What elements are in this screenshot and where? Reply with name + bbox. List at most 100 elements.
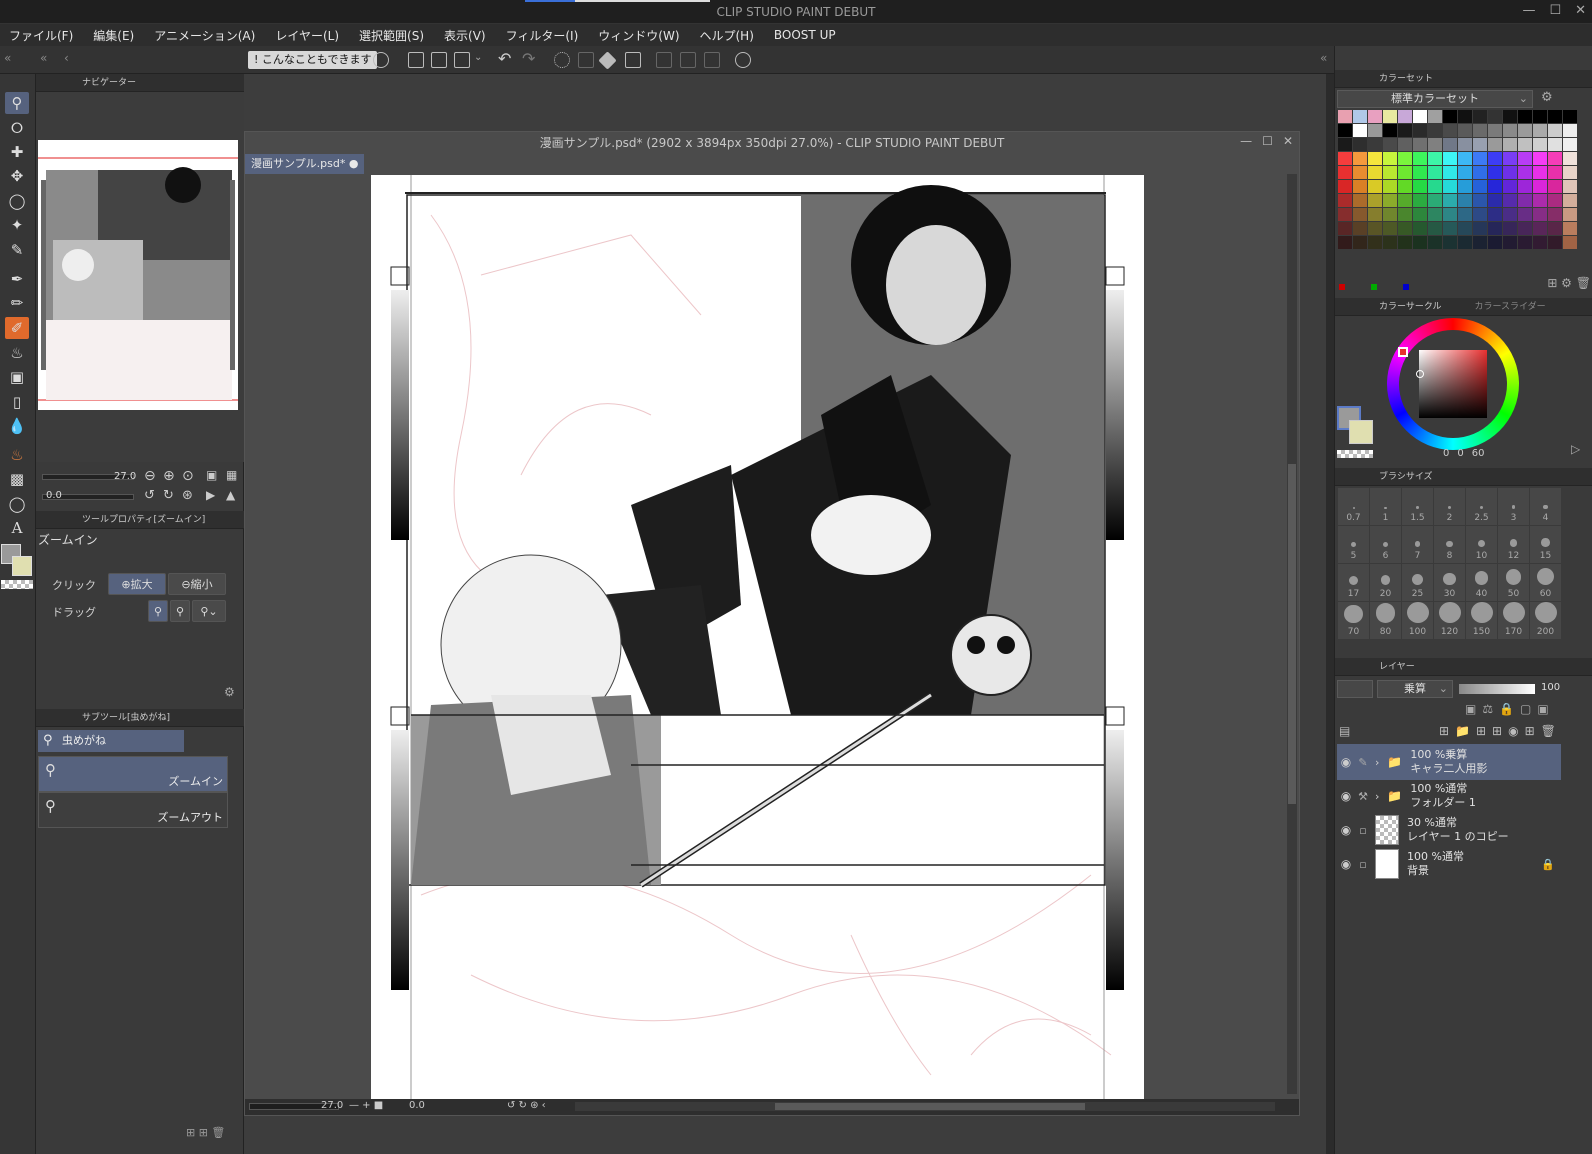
crop-icon[interactable] [625,52,641,68]
layer-row[interactable]: ◉ ⚒ › 📁 100 %通常 フォルダー 1 [1337,778,1561,814]
magic-wand-icon[interactable]: ✦ [5,214,29,236]
open-file-icon[interactable] [431,52,447,68]
decoration-icon[interactable]: ▣ [5,366,29,388]
color-swatch[interactable] [1458,166,1472,179]
color-swatch[interactable] [1548,236,1562,249]
color-set-footer-icons[interactable]: ⊞ ⚙ 🗑 [1547,276,1591,290]
eyedropper-icon[interactable]: ✎ [5,239,29,261]
brush-size-option[interactable]: 6 [1370,526,1401,563]
color-swatch[interactable] [1548,124,1562,137]
redo-icon[interactable]: ↷ [522,49,535,68]
sub-color-swatch[interactable] [12,556,32,576]
horizontal-scrollbar[interactable] [575,1102,1275,1111]
sub-tool-item-zoom-in[interactable]: ⚲ ズームイン [38,756,228,792]
fit-window-icon[interactable]: ▦ [226,468,237,482]
color-swatch[interactable] [1533,208,1547,221]
color-swatch[interactable] [1383,152,1397,165]
color-swatch[interactable] [1473,152,1487,165]
layer-row[interactable]: ◉ ▫ 100 %通常 背景 🔒 [1337,846,1561,882]
brush-size-option[interactable]: 1.5 [1402,488,1433,525]
color-swatch[interactable] [1443,208,1457,221]
color-swatch[interactable] [1338,152,1352,165]
color-swatch[interactable] [1413,124,1427,137]
color-circle-next-icon[interactable]: ▷ [1571,442,1580,456]
document-tab[interactable]: 漫画サンプル.psd* ● [245,154,365,174]
color-swatch[interactable] [1503,166,1517,179]
color-swatch[interactable] [1548,166,1562,179]
color-swatch[interactable] [1548,110,1562,123]
folder-expand-icon[interactable]: › [1375,756,1379,769]
color-swatch[interactable] [1413,208,1427,221]
color-swatch[interactable] [1488,194,1502,207]
text-tool-icon[interactable]: A [5,517,29,539]
color-swatch[interactable] [1488,110,1502,123]
cc-transparent[interactable] [1337,450,1373,458]
color-swatch[interactable] [1473,180,1487,193]
sub-tool-item-zoom-out[interactable]: ⚲ ズームアウト [38,792,228,828]
color-swatch[interactable] [1503,194,1517,207]
color-swatch[interactable] [1443,166,1457,179]
color-swatch[interactable] [1548,208,1562,221]
color-swatch[interactable] [1383,110,1397,123]
color-swatch[interactable] [1548,222,1562,235]
color-swatch[interactable] [1413,166,1427,179]
color-swatch[interactable] [1353,152,1367,165]
eye-icon[interactable]: ◉ [1337,755,1355,769]
color-swatch[interactable] [1473,124,1487,137]
brush-size-option[interactable]: 50 [1498,564,1529,601]
color-swatch[interactable] [1458,138,1472,151]
color-swatch[interactable] [1413,138,1427,151]
color-swatch[interactable] [1443,110,1457,123]
brush-size-option[interactable]: 15 [1530,526,1561,563]
clear-icon[interactable] [554,52,570,68]
color-swatch[interactable] [1563,166,1577,179]
close-icon[interactable]: ✕ [1575,3,1586,18]
color-swatch[interactable] [1473,236,1487,249]
color-swatch[interactable] [1503,208,1517,221]
color-swatch[interactable] [1443,138,1457,151]
maximize-icon[interactable]: ☐ [1549,3,1561,18]
menu-item[interactable]: BOOST UP [774,28,836,42]
brush-size-option[interactable]: 120 [1434,602,1465,639]
clear-outside-icon[interactable] [578,52,594,68]
color-swatch[interactable] [1548,180,1562,193]
color-swatch[interactable] [1353,236,1367,249]
layer-row[interactable]: ◉ ▫ 30 %通常 レイヤー 1 のコピー [1337,812,1561,848]
lasso-icon[interactable]: ◯ [5,190,29,212]
color-swatch[interactable] [1503,236,1517,249]
color-swatch[interactable] [1533,110,1547,123]
menu-item[interactable]: ファイル(F) [9,27,73,44]
vertical-scroll-thumb[interactable] [1288,464,1296,804]
menu-item[interactable]: 表示(V) [444,27,486,44]
cc-sub-color[interactable] [1349,420,1373,444]
layer-actions-bar[interactable]: ▤ ⊞📁⊞⊞◉⊞🗑 [1339,724,1589,738]
brush-size-option[interactable]: 80 [1370,602,1401,639]
color-swatch[interactable] [1503,110,1517,123]
color-swatch[interactable] [1443,194,1457,207]
color-swatch[interactable] [1518,152,1532,165]
color-swatch[interactable] [1428,222,1442,235]
color-swatch[interactable] [1338,110,1352,123]
flip-vertical-icon[interactable]: ▲ [226,488,235,502]
color-swatch[interactable] [1383,166,1397,179]
color-swatch[interactable] [1518,208,1532,221]
color-swatch[interactable] [1518,110,1532,123]
color-swatch[interactable] [1398,180,1412,193]
color-swatch[interactable] [1473,194,1487,207]
color-swatch[interactable] [1458,236,1472,249]
color-swatch[interactable] [1518,236,1532,249]
zoom-out-icon[interactable]: ⊖ [144,468,156,484]
color-swatch[interactable] [1473,208,1487,221]
color-swatch[interactable] [1338,124,1352,137]
panel-collapse-icon[interactable]: « [4,51,11,65]
color-swatch[interactable] [1548,138,1562,151]
color-swatch[interactable] [1488,152,1502,165]
color-swatch[interactable] [1413,194,1427,207]
color-swatch[interactable] [1338,180,1352,193]
color-swatch[interactable] [1533,194,1547,207]
pencil-icon[interactable]: ✏ [5,292,29,314]
menu-item[interactable]: ヘルプ(H) [700,27,754,44]
doc-minimize-icon[interactable]: — [1240,134,1252,148]
color-swatch[interactable] [1563,236,1577,249]
color-swatch[interactable] [1383,194,1397,207]
